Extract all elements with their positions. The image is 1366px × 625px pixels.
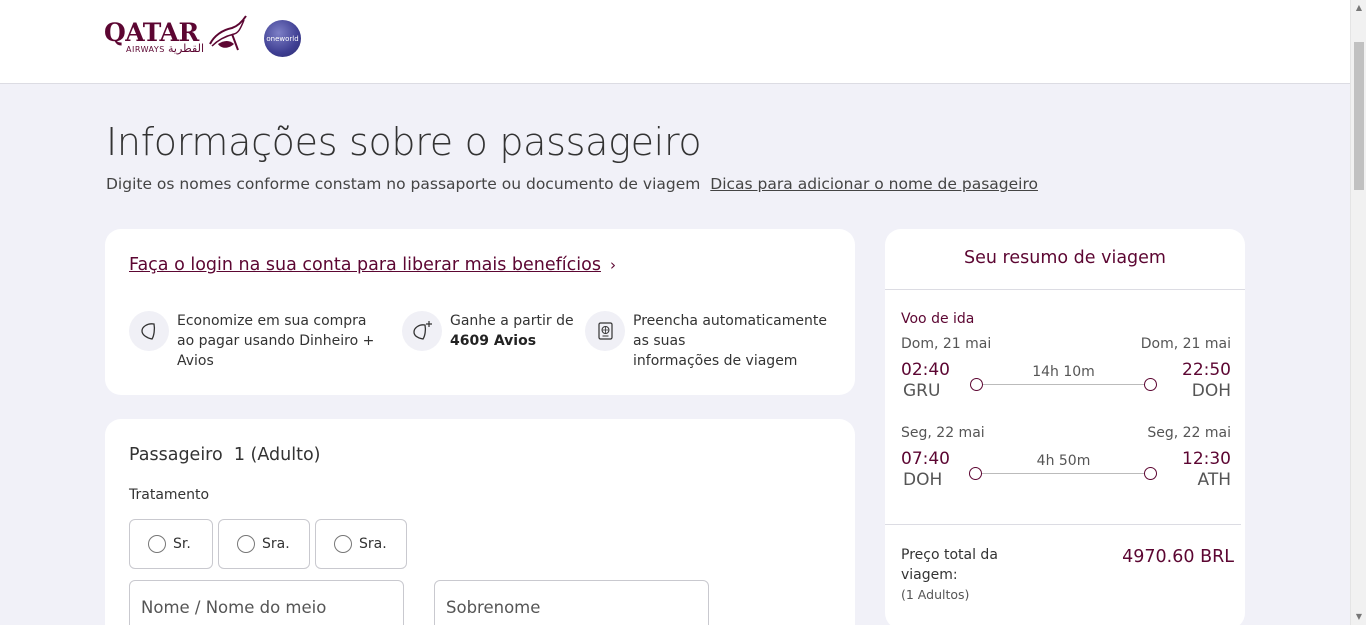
chevron-right-icon: › <box>609 256 616 274</box>
page-scrollbar[interactable]: ▲ ▼ <box>1350 0 1366 625</box>
benefit-line: Ganhe a partir de <box>450 313 574 329</box>
logo-subtitle: AIRWAYS <box>126 45 165 54</box>
trip-summary-card: Seu resumo de viagem Voo de ida Dom, 21 … <box>885 229 1245 625</box>
arrival-time: 12:30 <box>1182 449 1231 469</box>
benefit-line: Avios <box>177 353 214 369</box>
radio-label: Sra. <box>262 536 290 552</box>
site-header: QATAR AIRWAYS القطرية oneworld <box>0 0 1350 84</box>
title-option-sr[interactable]: Sr. <box>129 519 213 569</box>
qatar-airways-logo[interactable]: QATAR AIRWAYS القطرية <box>104 14 249 58</box>
avios-amount: 4609 Avios <box>450 333 537 349</box>
arrival-airport: DOH <box>1191 381 1231 401</box>
oneworld-logo[interactable]: oneworld <box>264 20 301 57</box>
benefit-line: as suas <box>633 333 686 349</box>
benefit-line: Economize em sua compra <box>177 313 367 329</box>
treatment-label: Tratamento <box>129 487 210 503</box>
divider <box>885 289 1245 290</box>
departure-airport: GRU <box>903 381 941 401</box>
flight-duration: 14h 10m <box>1032 364 1095 380</box>
destination-dot-icon <box>1144 467 1157 480</box>
benefit-line: Preencha automaticamente <box>633 313 827 329</box>
flight-segment: Dom, 21 mai Dom, 21 mai 02:40 22:50 GRU … <box>901 336 1231 404</box>
departure-time: 07:40 <box>901 449 950 469</box>
title-option-sra[interactable]: Sra. <box>218 519 310 569</box>
total-price-value: 4970.60 BRL <box>1122 547 1234 567</box>
logo-arabic-text: القطرية <box>168 42 205 55</box>
name-tips-link[interactable]: Dicas para adicionar o nome de pasageiro <box>710 175 1038 193</box>
route-line <box>976 384 1151 385</box>
arrival-time: 22:50 <box>1182 360 1231 380</box>
passenger-count-note: (1 Adultos) <box>901 587 970 602</box>
page-subtitle-text: Digite os nomes conforme constam no pass… <box>106 175 701 193</box>
departure-date: Seg, 22 mai <box>901 425 985 441</box>
first-name-input[interactable]: Nome / Nome do meio <box>129 580 404 625</box>
radio-circle-icon <box>334 535 352 553</box>
arrival-date: Dom, 21 mai <box>1140 336 1231 352</box>
arrival-airport: ATH <box>1197 470 1231 490</box>
departure-airport: DOH <box>903 470 943 490</box>
radio-label: Sr. <box>173 536 191 552</box>
radio-circle-icon <box>237 535 255 553</box>
benefit-cash-avios: Economize em sua compra ao pagar usando … <box>129 311 377 371</box>
scrollbar-thumb[interactable] <box>1354 42 1364 190</box>
departure-date: Dom, 21 mai <box>901 336 992 352</box>
route-line <box>976 473 1151 474</box>
summary-title: Seu resumo de viagem <box>964 248 1166 268</box>
radio-circle-icon <box>148 535 166 553</box>
total-price-label: Preço total da viagem: <box>901 547 998 583</box>
login-link[interactable]: Faça o login na sua conta para liberar m… <box>129 255 616 275</box>
origin-dot-icon <box>970 378 983 391</box>
destination-dot-icon <box>1144 378 1157 391</box>
divider <box>885 524 1241 525</box>
arrival-date: Seg, 22 mai <box>1147 425 1231 441</box>
scroll-up-icon[interactable]: ▲ <box>1351 0 1366 16</box>
last-name-input[interactable]: Sobrenome <box>434 580 709 625</box>
outbound-label: Voo de ida <box>901 311 975 327</box>
oryx-icon <box>209 15 247 51</box>
login-link-label: Faça o login na sua conta para liberar m… <box>129 255 601 275</box>
benefit-line: ao pagar usando Dinheiro + <box>177 333 375 349</box>
passenger-title: Passageiro 1 (Adulto) <box>129 445 321 465</box>
page-subtitle: Digite os nomes conforme constam no pass… <box>106 175 1038 193</box>
radio-label: Sra. <box>359 536 387 552</box>
flight-duration: 4h 50m <box>1036 453 1091 469</box>
benefit-earn-avios: Ganhe a partir de 4609 Avios <box>402 311 590 351</box>
departure-time: 02:40 <box>901 360 950 380</box>
benefit-autofill: Preencha automaticamente as suas informa… <box>585 311 833 371</box>
flight-segment: Seg, 22 mai Seg, 22 mai 07:40 12:30 DOH … <box>901 425 1231 493</box>
origin-dot-icon <box>969 467 982 480</box>
scroll-down-icon[interactable]: ▼ <box>1351 609 1366 625</box>
passport-icon <box>585 311 625 351</box>
benefit-line: informações de viagem <box>633 353 798 369</box>
login-benefits-card: Faça o login na sua conta para liberar m… <box>105 229 855 395</box>
title-option-sra-2[interactable]: Sra. <box>315 519 407 569</box>
passenger-form-card: Passageiro 1 (Adulto) Tratamento Sr. Sra… <box>105 419 855 625</box>
avios-plus-icon <box>402 311 442 351</box>
avios-icon <box>129 311 169 351</box>
page-title: Informações sobre o passageiro <box>106 120 702 164</box>
